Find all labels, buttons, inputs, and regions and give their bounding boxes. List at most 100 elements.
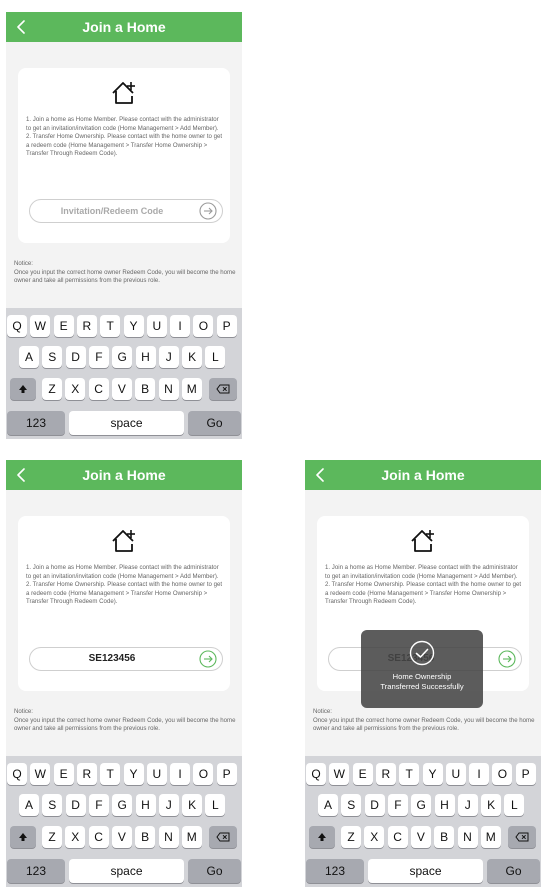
key-j[interactable]: J	[457, 794, 478, 816]
key-y[interactable]: Y	[123, 315, 144, 337]
redeem-code-input[interactable]: Invitation/Redeem Code	[29, 199, 223, 223]
numbers-key[interactable]: 123	[7, 411, 65, 435]
shift-key[interactable]	[10, 378, 36, 400]
key-b[interactable]: B	[434, 826, 455, 848]
key-v[interactable]: V	[410, 826, 431, 848]
key-s[interactable]: S	[42, 346, 63, 368]
key-v[interactable]: V	[111, 378, 132, 400]
key-s[interactable]: S	[341, 794, 362, 816]
key-z[interactable]: Z	[42, 826, 62, 848]
key-z[interactable]: Z	[341, 826, 361, 848]
key-d[interactable]: D	[364, 794, 385, 816]
key-q[interactable]: Q	[7, 315, 27, 337]
key-m[interactable]: M	[480, 826, 501, 848]
key-t[interactable]: T	[399, 763, 420, 785]
key-y[interactable]: Y	[422, 763, 443, 785]
key-e[interactable]: E	[53, 763, 74, 785]
key-k[interactable]: K	[481, 794, 502, 816]
key-n[interactable]: N	[158, 826, 179, 848]
key-e[interactable]: E	[352, 763, 373, 785]
key-u[interactable]: U	[146, 315, 167, 337]
key-f[interactable]: F	[387, 794, 408, 816]
numbers-key[interactable]: 123	[7, 859, 65, 883]
key-c[interactable]: C	[88, 378, 109, 400]
key-e[interactable]: E	[53, 315, 74, 337]
submit-arrow-icon[interactable]	[498, 650, 516, 668]
key-q[interactable]: Q	[306, 763, 326, 785]
key-p[interactable]: P	[216, 763, 237, 785]
key-r[interactable]: R	[76, 763, 97, 785]
key-y[interactable]: Y	[123, 763, 144, 785]
key-j[interactable]: J	[158, 794, 179, 816]
key-m[interactable]: M	[181, 826, 202, 848]
key-f[interactable]: F	[88, 794, 109, 816]
key-a[interactable]: A	[19, 794, 39, 816]
delete-key[interactable]	[209, 378, 237, 400]
key-p[interactable]: P	[515, 763, 536, 785]
delete-key[interactable]	[508, 826, 536, 848]
key-k[interactable]: K	[182, 346, 203, 368]
redeem-code-input[interactable]: SE123456	[29, 647, 223, 671]
key-t[interactable]: T	[100, 763, 121, 785]
key-o[interactable]: O	[193, 315, 214, 337]
go-key[interactable]: Go	[487, 859, 540, 883]
key-l[interactable]: L	[205, 794, 226, 816]
key-x[interactable]: X	[65, 826, 86, 848]
key-i[interactable]: I	[170, 315, 191, 337]
key-d[interactable]: D	[65, 346, 86, 368]
key-r[interactable]: R	[375, 763, 396, 785]
key-s[interactable]: S	[42, 794, 63, 816]
shift-key[interactable]	[10, 826, 36, 848]
key-l[interactable]: L	[205, 346, 226, 368]
key-g[interactable]: G	[112, 346, 133, 368]
key-n[interactable]: N	[457, 826, 478, 848]
shift-key[interactable]	[309, 826, 335, 848]
key-z[interactable]: Z	[42, 378, 62, 400]
key-h[interactable]: H	[434, 794, 455, 816]
go-key[interactable]: Go	[188, 411, 241, 435]
key-g[interactable]: G	[411, 794, 432, 816]
go-key[interactable]: Go	[188, 859, 241, 883]
key-t[interactable]: T	[100, 315, 121, 337]
key-i[interactable]: I	[469, 763, 490, 785]
key-h[interactable]: H	[135, 794, 156, 816]
key-b[interactable]: B	[135, 826, 156, 848]
key-b[interactable]: B	[135, 378, 156, 400]
key-f[interactable]: F	[88, 346, 109, 368]
space-key[interactable]: space	[69, 859, 184, 883]
key-o[interactable]: O	[193, 763, 214, 785]
key-w[interactable]: W	[329, 763, 350, 785]
home-add-icon	[411, 530, 434, 552]
key-l[interactable]: L	[504, 794, 525, 816]
key-v[interactable]: V	[111, 826, 132, 848]
key-i[interactable]: I	[170, 763, 191, 785]
key-g[interactable]: G	[112, 794, 133, 816]
space-key[interactable]: space	[368, 859, 483, 883]
key-u[interactable]: U	[146, 763, 167, 785]
key-q[interactable]: Q	[7, 763, 27, 785]
key-d[interactable]: D	[65, 794, 86, 816]
key-k[interactable]: K	[182, 794, 203, 816]
key-h[interactable]: H	[135, 346, 156, 368]
delete-key[interactable]	[209, 826, 237, 848]
key-n[interactable]: N	[158, 378, 179, 400]
key-c[interactable]: C	[387, 826, 408, 848]
key-a[interactable]: A	[19, 346, 39, 368]
key-x[interactable]: X	[65, 378, 86, 400]
key-r[interactable]: R	[76, 315, 97, 337]
submit-arrow-icon[interactable]	[199, 650, 217, 668]
submit-arrow-icon[interactable]	[199, 202, 217, 220]
key-c[interactable]: C	[88, 826, 109, 848]
key-o[interactable]: O	[492, 763, 513, 785]
numbers-key[interactable]: 123	[306, 859, 364, 883]
key-p[interactable]: P	[216, 315, 237, 337]
key-a[interactable]: A	[318, 794, 338, 816]
key-u[interactable]: U	[445, 763, 466, 785]
key-j[interactable]: J	[158, 346, 179, 368]
key-w[interactable]: W	[30, 315, 51, 337]
space-key[interactable]: space	[69, 411, 184, 435]
key-w[interactable]: W	[30, 763, 51, 785]
onscreen-keyboard: Q W E R T Y U I O P A S D F G H J K L Z X C V B N M 123 space Go	[6, 756, 242, 887]
key-x[interactable]: X	[364, 826, 385, 848]
key-m[interactable]: M	[181, 378, 202, 400]
